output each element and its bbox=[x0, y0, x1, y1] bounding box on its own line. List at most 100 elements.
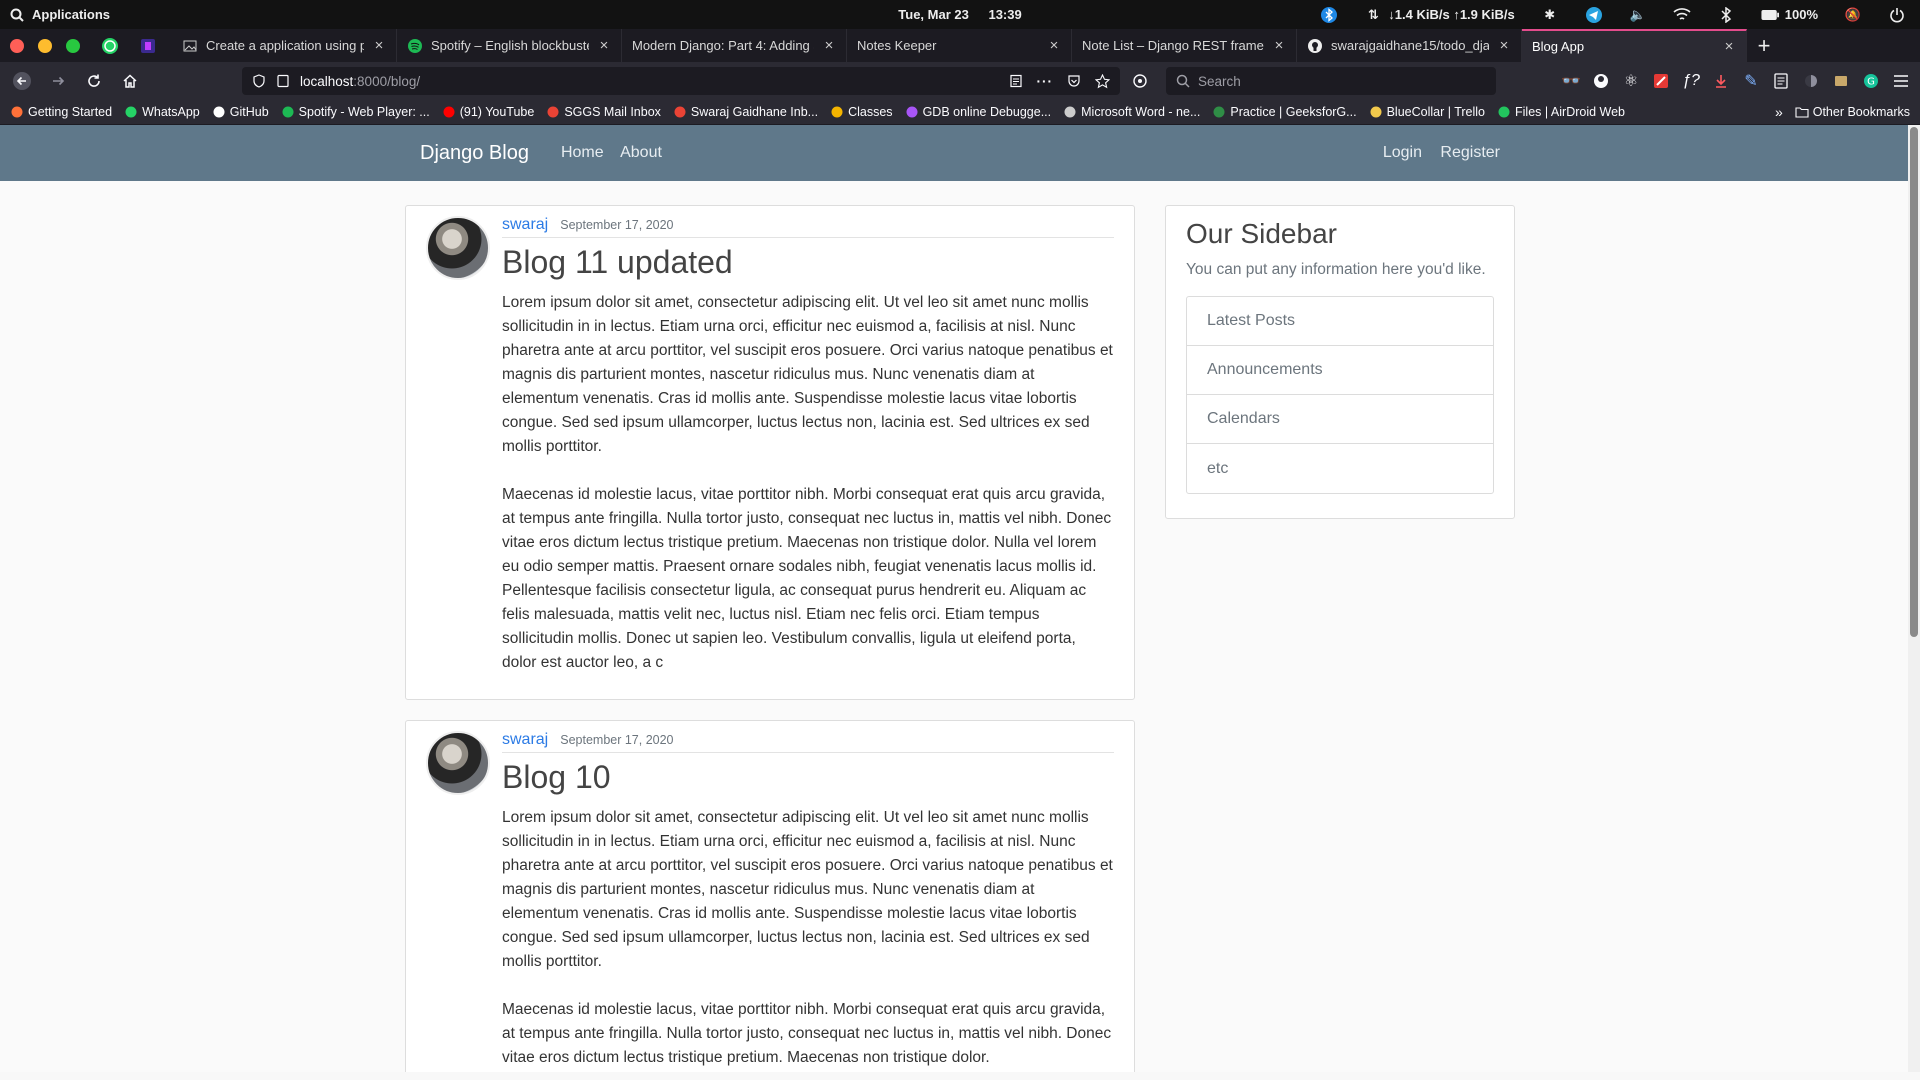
bookmark-item[interactable]: Classes bbox=[830, 105, 893, 119]
folder-icon bbox=[1795, 105, 1809, 119]
url-bar[interactable]: localhost:8000/blog/ ··· bbox=[242, 67, 1120, 95]
url-text[interactable]: localhost:8000/blog/ bbox=[300, 74, 420, 89]
post-author-link[interactable]: swaraj bbox=[502, 216, 548, 234]
close-tab-icon[interactable]: × bbox=[1722, 38, 1736, 55]
post-body: swaraj September 17, 2020 Blog 10 Lorem … bbox=[502, 731, 1114, 1070]
tab-4[interactable]: Note List – Django REST framewo × bbox=[1072, 29, 1297, 62]
minimize-window-button[interactable] bbox=[38, 38, 52, 53]
pinned-tab-app[interactable] bbox=[138, 36, 158, 56]
bookmark-item[interactable]: Microsoft Word - ne... bbox=[1063, 105, 1200, 119]
red-extension-icon[interactable] bbox=[1652, 72, 1670, 90]
sidebar-item-etc[interactable]: etc bbox=[1187, 444, 1493, 493]
grammarly-icon[interactable]: G bbox=[1862, 72, 1880, 90]
dark-mode-extension-icon[interactable] bbox=[1802, 72, 1820, 90]
bluetooth-icon[interactable] bbox=[1717, 6, 1735, 24]
close-tab-icon[interactable]: × bbox=[1272, 37, 1286, 54]
chevron-overflow-icon[interactable]: » bbox=[1775, 104, 1783, 120]
github-icon bbox=[1307, 38, 1323, 54]
bookmark-item[interactable]: (91) YouTube bbox=[442, 105, 534, 119]
bookmark-item[interactable]: GDB online Debugge... bbox=[905, 105, 1051, 119]
post-title-link[interactable]: Blog 11 updated bbox=[502, 244, 1114, 281]
menu-hamburger-icon[interactable] bbox=[1892, 72, 1910, 90]
bluetooth-status-icon[interactable] bbox=[1320, 6, 1338, 24]
page-scrollbar[interactable] bbox=[1908, 125, 1920, 1072]
clock-time[interactable]: 13:39 bbox=[988, 7, 1021, 22]
tab-3[interactable]: Notes Keeper × bbox=[847, 29, 1072, 62]
tab-2[interactable]: Modern Django: Part 4: Adding a × bbox=[622, 29, 847, 62]
close-tab-icon[interactable]: × bbox=[822, 37, 836, 54]
sidebar-item-announcements[interactable]: Announcements bbox=[1187, 346, 1493, 395]
nav-home-link[interactable]: Home bbox=[561, 144, 604, 161]
applications-menu[interactable]: Applications bbox=[0, 7, 110, 22]
site-brand-link[interactable]: Django Blog bbox=[420, 142, 529, 165]
formula-extension-icon[interactable]: ƒ? bbox=[1682, 72, 1700, 90]
slack-icon[interactable]: ✱ bbox=[1541, 6, 1559, 24]
notes-extension-icon[interactable] bbox=[1772, 72, 1790, 90]
maximize-window-button[interactable] bbox=[66, 38, 80, 53]
reader-view-icon[interactable] bbox=[1009, 74, 1023, 88]
post-card: swaraj September 17, 2020 Blog 10 Lorem … bbox=[405, 720, 1135, 1072]
wifi-icon[interactable] bbox=[1673, 6, 1691, 24]
clock-date[interactable]: Tue, Mar 23 bbox=[898, 7, 969, 22]
reload-button[interactable] bbox=[78, 66, 110, 96]
post-author-link[interactable]: swaraj bbox=[502, 731, 548, 749]
site-header-inner: Django Blog Home About Login Register bbox=[405, 142, 1515, 165]
bookmark-item[interactable]: Swaraj Gaidhane Inb... bbox=[673, 105, 818, 119]
bookmark-favicon-icon bbox=[281, 105, 295, 119]
telegram-icon[interactable] bbox=[1585, 6, 1603, 24]
pen-extension-icon[interactable]: ✎ bbox=[1742, 72, 1760, 90]
scrollbar-thumb[interactable] bbox=[1910, 127, 1918, 637]
bookmark-item[interactable]: Getting Started bbox=[10, 105, 112, 119]
glasses-extension-icon[interactable]: 👓 bbox=[1561, 72, 1581, 90]
new-tab-button[interactable]: + bbox=[1747, 29, 1781, 62]
react-devtools-icon[interactable]: ⚛ bbox=[1622, 72, 1640, 90]
bookmark-item[interactable]: GitHub bbox=[212, 105, 269, 119]
shield-icon[interactable] bbox=[252, 74, 266, 88]
author-avatar bbox=[426, 731, 490, 795]
power-icon[interactable] bbox=[1888, 6, 1906, 24]
tab-title: Notes Keeper bbox=[857, 38, 937, 53]
reload-icon bbox=[88, 74, 100, 87]
back-button[interactable] bbox=[6, 66, 38, 96]
login-link[interactable]: Login bbox=[1383, 144, 1422, 161]
bookmark-item[interactable]: Practice | GeeksforG... bbox=[1212, 105, 1357, 119]
tab-0[interactable]: Create a application using py × bbox=[172, 29, 397, 62]
notifications-off-icon[interactable]: 🔕 bbox=[1844, 6, 1862, 24]
tab-6-active[interactable]: Blog App × bbox=[1522, 29, 1747, 62]
tab-1[interactable]: Spotify – English blockbuster × bbox=[397, 29, 622, 62]
bookmark-item[interactable]: SGGS Mail Inbox bbox=[546, 105, 661, 119]
home-button[interactable] bbox=[114, 66, 146, 96]
close-tab-icon[interactable]: × bbox=[372, 37, 386, 54]
page-info-icon[interactable] bbox=[276, 74, 290, 88]
volume-icon[interactable]: 🔈 bbox=[1629, 6, 1647, 24]
register-link[interactable]: Register bbox=[1440, 144, 1500, 161]
page-actions-icon[interactable]: ··· bbox=[1037, 74, 1054, 89]
whatsapp-pinned-tab[interactable] bbox=[100, 36, 120, 56]
close-tab-icon[interactable]: × bbox=[597, 37, 611, 54]
close-tab-icon[interactable]: × bbox=[1497, 37, 1511, 54]
bookmark-item[interactable]: Spotify - Web Player: ... bbox=[281, 105, 430, 119]
battery-icon[interactable] bbox=[1761, 6, 1779, 24]
nav-about-link[interactable]: About bbox=[620, 144, 662, 161]
bookmark-star-icon[interactable] bbox=[1095, 73, 1110, 89]
pocket-icon[interactable] bbox=[1067, 74, 1081, 88]
download-icon[interactable] bbox=[1712, 72, 1730, 90]
box-extension-icon[interactable] bbox=[1832, 72, 1850, 90]
extensions-puzzle-button[interactable] bbox=[1124, 66, 1156, 96]
post-title-link[interactable]: Blog 10 bbox=[502, 759, 1114, 796]
tab-5[interactable]: swarajgaidhane15/todo_djan × bbox=[1297, 29, 1522, 62]
search-input[interactable] bbox=[1198, 73, 1478, 89]
puzzle-icon bbox=[1133, 74, 1147, 88]
bookmark-label: Classes bbox=[848, 105, 893, 119]
bookmark-item[interactable]: BlueCollar | Trello bbox=[1369, 105, 1485, 119]
close-tab-icon[interactable]: × bbox=[1047, 37, 1061, 54]
profile-extension-icon[interactable] bbox=[1592, 72, 1610, 90]
bookmark-item[interactable]: WhatsApp bbox=[124, 105, 200, 119]
sidebar-item-latest-posts[interactable]: Latest Posts bbox=[1187, 297, 1493, 346]
search-bar[interactable] bbox=[1166, 67, 1496, 95]
bookmark-item[interactable]: Files | AirDroid Web bbox=[1497, 105, 1625, 119]
other-bookmarks-folder[interactable]: Other Bookmarks bbox=[1795, 105, 1910, 119]
close-window-button[interactable] bbox=[10, 38, 24, 53]
sidebar-item-calendars[interactable]: Calendars bbox=[1187, 395, 1493, 444]
forward-button[interactable] bbox=[42, 66, 74, 96]
